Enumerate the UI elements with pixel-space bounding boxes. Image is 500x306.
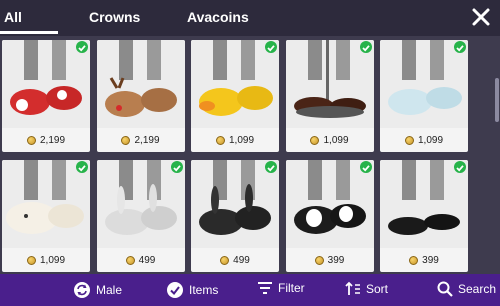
tab-all[interactable]: All — [4, 9, 22, 25]
owned-check-icon — [76, 41, 88, 53]
item-card[interactable]: 399 — [285, 160, 374, 272]
sort-label: Sort — [366, 282, 389, 296]
search-button[interactable]: Search — [437, 281, 496, 297]
item-price: 1,099 — [191, 128, 279, 152]
price-text: 1,099 — [323, 134, 349, 146]
item-price: 2,199 — [97, 128, 185, 152]
close-button[interactable] — [470, 6, 492, 28]
item-price: 499 — [97, 248, 185, 272]
item-price: 1,099 — [380, 128, 468, 152]
coin-icon — [314, 255, 324, 265]
category-tab-bar: All Crowns Avacoins — [0, 0, 500, 36]
coin-icon — [220, 255, 230, 265]
price-text: 1,099 — [228, 134, 255, 146]
owned-check-icon — [76, 161, 88, 173]
coin-icon — [125, 255, 135, 265]
owned-check-icon — [170, 161, 183, 173]
filter-label: Filter — [278, 281, 305, 295]
active-tab-indicator — [0, 31, 58, 34]
male-label: Male — [96, 283, 123, 297]
close-icon — [472, 8, 490, 26]
coin-icon — [26, 255, 36, 265]
item-price: 2,199 — [2, 128, 90, 152]
owned-check-icon — [359, 161, 372, 173]
owned-check-icon — [265, 41, 277, 53]
price-text: 499 — [233, 254, 250, 266]
price-text: 499 — [138, 254, 156, 266]
item-price: 399 — [380, 248, 468, 272]
item-card[interactable]: 2,199 — [96, 40, 185, 152]
price-text: 399 — [422, 254, 439, 266]
owned-check-icon — [265, 161, 277, 173]
search-icon — [437, 281, 453, 297]
scrollbar[interactable] — [495, 78, 499, 122]
price-text: 2,199 — [39, 134, 66, 146]
item-card[interactable]: 2,199 — [2, 40, 90, 152]
price-text: 1,099 — [39, 254, 66, 266]
item-grid: 2,199 2,199 1,099 1,099 1,099 1,099 499 499 399 3… — [0, 36, 500, 274]
coin-icon — [310, 135, 320, 145]
tab-crowns[interactable]: Crowns — [89, 9, 140, 25]
filter-button[interactable]: Filter — [257, 281, 305, 295]
price-text: 1,099 — [417, 134, 444, 146]
item-card[interactable]: 1,099 — [191, 40, 279, 152]
filter-icon — [258, 282, 272, 294]
bottom-toolbar: Male Items Filter Sort Search — [0, 274, 500, 306]
item-thumbnail — [96, 40, 185, 128]
item-price: 399 — [286, 248, 374, 272]
coin-icon — [409, 255, 419, 265]
item-card[interactable]: 1,099 — [285, 40, 374, 152]
item-price: 499 — [191, 248, 279, 272]
price-text: 2,199 — [134, 134, 160, 146]
search-label: Search — [458, 282, 497, 296]
item-price: 1,099 — [286, 128, 374, 152]
tab-avacoins[interactable]: Avacoins — [187, 9, 249, 25]
item-price: 1,099 — [2, 248, 90, 272]
coin-icon — [121, 135, 131, 145]
items-label: Items — [189, 283, 219, 297]
item-card[interactable]: 1,099 — [380, 40, 468, 152]
price-text: 399 — [327, 254, 345, 266]
items-toggle-button[interactable]: Items — [166, 281, 218, 299]
owned-check-icon — [454, 161, 466, 173]
coin-icon — [26, 135, 36, 145]
item-card[interactable]: 399 — [380, 160, 468, 272]
sort-button[interactable]: Sort — [345, 281, 388, 297]
sort-icon — [345, 281, 360, 295]
gender-swap-icon — [74, 282, 90, 298]
owned-check-icon — [454, 41, 466, 53]
owned-check-icon — [359, 41, 372, 53]
check-circle-icon — [167, 282, 183, 298]
coin-icon — [404, 135, 414, 145]
male-toggle-button[interactable]: Male — [73, 281, 122, 299]
item-card[interactable]: 499 — [191, 160, 279, 272]
coin-icon — [215, 135, 225, 145]
item-card[interactable]: 1,099 — [2, 160, 90, 272]
item-card[interactable]: 499 — [96, 160, 185, 272]
